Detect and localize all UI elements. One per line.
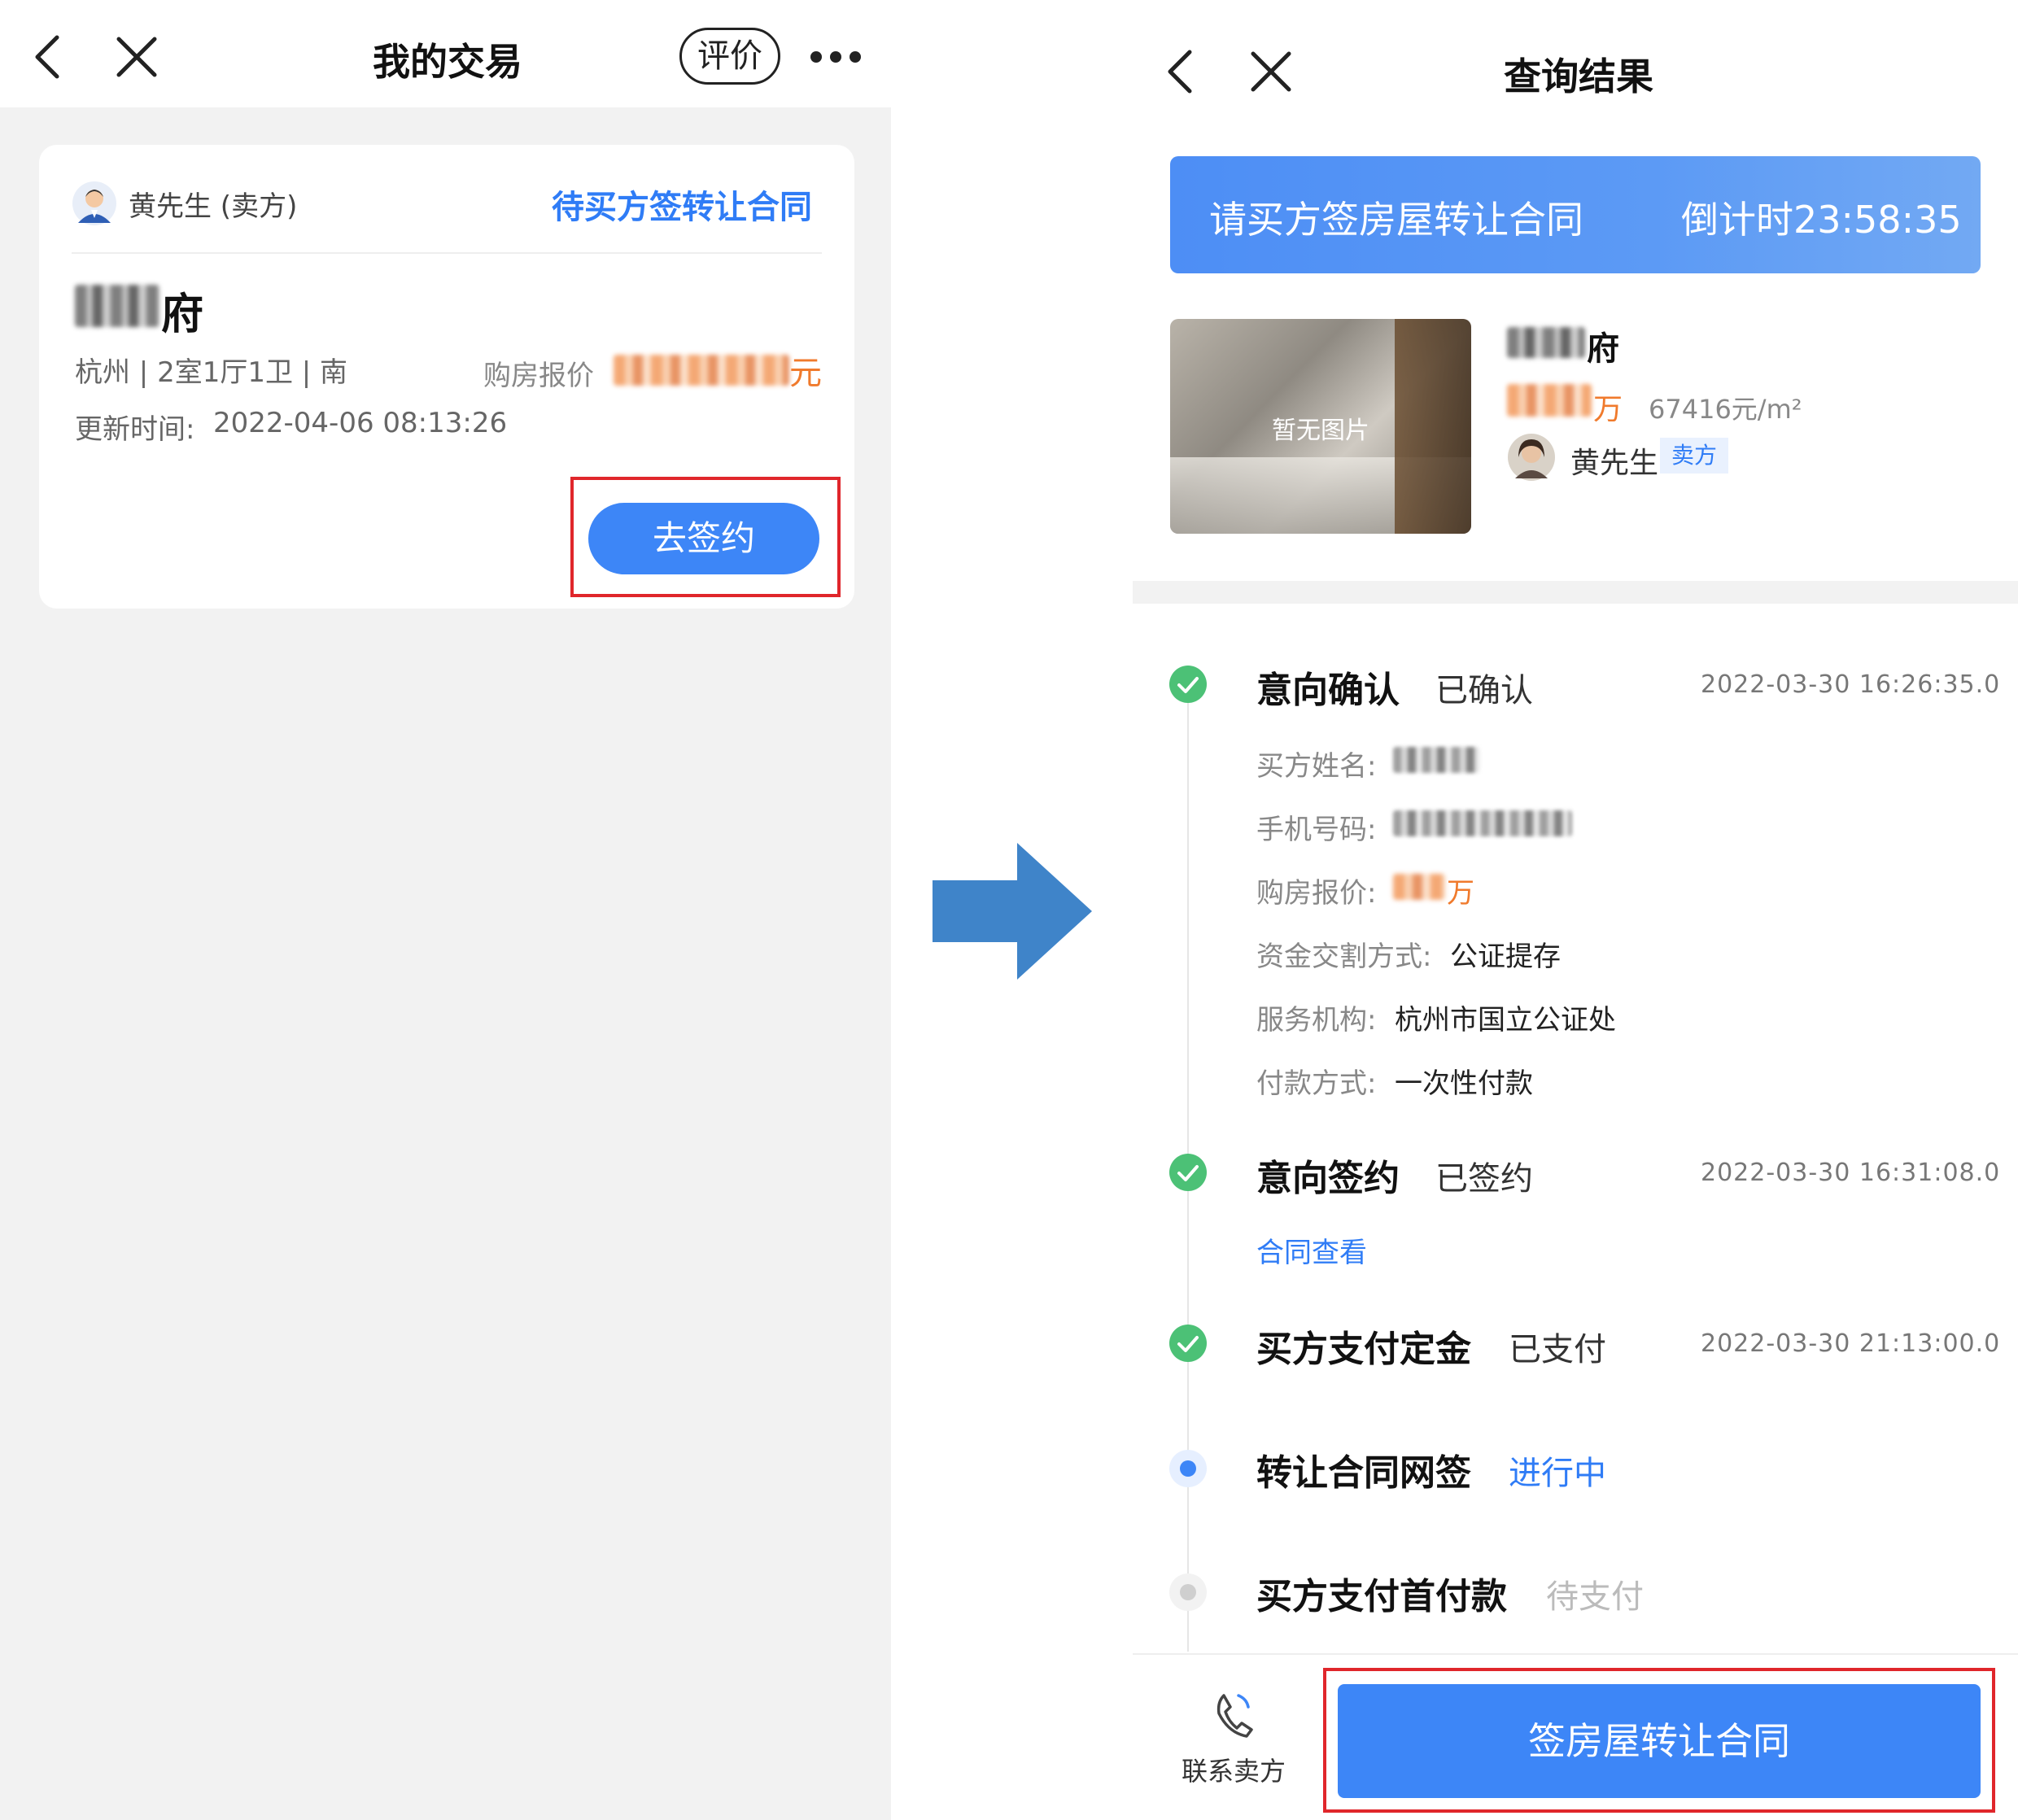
back-icon[interactable]: [1165, 49, 1195, 94]
pay-value: 一次性付款: [1395, 1067, 1533, 1100]
page-title: 我的交易: [373, 40, 522, 84]
listing-image[interactable]: 暂无图片: [1170, 319, 1471, 534]
property-details: 杭州 | 2室1厅1卫 | 南: [75, 356, 348, 389]
step-time: 2022-03-30 16:26:35.0: [1701, 670, 2001, 699]
image-placeholder-text: 暂无图片: [1272, 417, 1369, 445]
phone-icon[interactable]: [1212, 1691, 1255, 1739]
listing-price-redacted: [1507, 384, 1592, 417]
step-done-icon: [1169, 1325, 1207, 1362]
close-icon[interactable]: [1250, 50, 1292, 93]
listing-name-redacted: [1507, 327, 1585, 358]
highlight-box: [570, 477, 841, 597]
seller-tag: 卖方: [1660, 438, 1729, 474]
view-contract-link[interactable]: 合同查看: [1256, 1230, 1367, 1270]
step-pending-dot: [1180, 1584, 1196, 1600]
step-done-icon: [1169, 666, 1207, 703]
step-status: 待支付: [1546, 1578, 1644, 1616]
phone-redacted: [1393, 810, 1572, 836]
divider: [72, 252, 822, 254]
step-title: 转让合同网签: [1256, 1452, 1471, 1494]
buyer-name-redacted: [1393, 747, 1479, 773]
property-name-redacted: [75, 285, 159, 327]
offer-unit: 元: [789, 355, 822, 392]
countdown-text: 倒计时23:58:35: [1681, 198, 1962, 242]
offer-label: 购房报价:: [1256, 877, 1377, 910]
step-status: 已支付: [1509, 1331, 1606, 1368]
step-pending-icon: [1169, 1573, 1207, 1611]
step-time: 2022-03-30 21:13:00.0: [1701, 1329, 2001, 1358]
property-name: 府: [161, 290, 204, 339]
step-title: 意向确认: [1256, 670, 1400, 711]
highlight-box: [1323, 1668, 1995, 1813]
fund-value: 公证提存: [1450, 941, 1561, 973]
left-nav-bar: 我的交易 评价: [0, 0, 891, 107]
buyer-name-label: 买方姓名:: [1256, 750, 1377, 783]
banner-text: 请买方签房屋转让合同: [1209, 198, 1583, 242]
offer-redacted: [1393, 874, 1445, 900]
fund-label: 资金交割方式:: [1256, 941, 1432, 973]
step-title: 买方支付首付款: [1256, 1576, 1507, 1617]
back-icon[interactable]: [33, 34, 62, 80]
arrow-right-icon: [933, 843, 1092, 980]
update-label: 更新时间:: [75, 413, 195, 446]
org-label: 服务机构:: [1256, 1004, 1377, 1037]
org-value: 杭州市国立公证处: [1395, 1004, 1616, 1037]
step-title: 买方支付定金: [1256, 1329, 1471, 1370]
contact-seller-label[interactable]: 联系卖方: [1177, 1751, 1291, 1788]
step-done-icon: [1169, 1154, 1207, 1191]
offer-label: 购房报价: [483, 360, 594, 392]
status-badge: 待买方签转让合同: [552, 189, 812, 226]
step-status: 已确认: [1435, 672, 1533, 709]
pay-label: 付款方式:: [1256, 1067, 1377, 1100]
offer-price-redacted: [614, 355, 789, 386]
update-time: 2022-04-06 08:13:26: [213, 407, 508, 439]
seller-name: 黄先生: [1570, 447, 1659, 480]
step-status: 进行中: [1509, 1455, 1606, 1492]
section-divider: [1133, 581, 2018, 604]
listing-name: 府: [1587, 330, 1619, 368]
listing-price-unit: 万: [1593, 393, 1623, 426]
step-title: 意向签约: [1256, 1158, 1400, 1199]
close-icon[interactable]: [116, 36, 158, 78]
step-current-dot: [1180, 1460, 1196, 1477]
offer-unit: 万: [1447, 877, 1474, 910]
more-icon[interactable]: [810, 50, 869, 66]
seller-label: 黄先生 (卖方): [129, 190, 298, 223]
left-screen: 我的交易 评价 黄先生 (卖方) 待买方签转让合同 府 杭州 | 2室1厅1卫 …: [0, 0, 891, 1820]
step-time: 2022-03-30 16:31:08.0: [1701, 1159, 2001, 1187]
page-title: 查询结果: [1504, 55, 1653, 98]
review-button[interactable]: 评价: [679, 28, 780, 85]
countdown-banner: 请买方签房屋转让合同 倒计时23:58:35: [1170, 156, 1981, 273]
seller-avatar-icon: [72, 181, 116, 225]
unit-price: 67416元/m²: [1649, 394, 1802, 425]
seller-avatar-icon: [1508, 434, 1555, 481]
step-current-icon: [1169, 1450, 1207, 1487]
step-status: 已签约: [1435, 1160, 1533, 1198]
transaction-card[interactable]: 黄先生 (卖方) 待买方签转让合同 府 杭州 | 2室1厅1卫 | 南 购房报价…: [39, 145, 854, 609]
phone-label: 手机号码:: [1256, 814, 1377, 846]
